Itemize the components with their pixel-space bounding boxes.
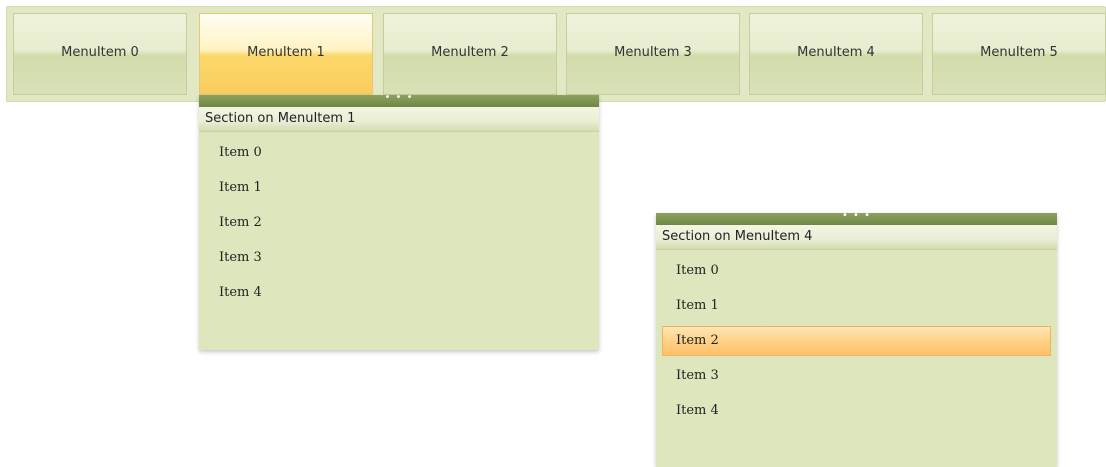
panel-item[interactable]: Item 4	[662, 396, 1051, 426]
panel-item[interactable]: Item 4	[205, 278, 593, 308]
menu-item-3[interactable]: MenuItem 3	[566, 13, 740, 95]
panel-item[interactable]: Item 3	[662, 361, 1051, 391]
drag-grip[interactable]: • • •	[199, 92, 599, 107]
menu-item-5[interactable]: MenuItem 5	[932, 13, 1106, 95]
menu-bar: MenuItem 0 MenuItem 1 MenuItem 2 MenuIte…	[6, 6, 1106, 102]
panel-item-highlighted[interactable]: Item 2	[662, 326, 1051, 356]
menu-item-2[interactable]: MenuItem 2	[383, 13, 557, 95]
panel-item[interactable]: Item 3	[205, 243, 593, 273]
panel-item[interactable]: Item 1	[205, 173, 593, 203]
panel-item-list: Item 0 Item 1 Item 2 Item 3 Item 4	[656, 250, 1057, 426]
section-header: Section on MenuItem 4	[656, 225, 1057, 250]
section-header: Section on MenuItem 1	[199, 107, 599, 132]
dropdown-panel-menuitem-4: • • • Section on MenuItem 4 Item 0 Item …	[656, 210, 1057, 467]
panel-item-list: Item 0 Item 1 Item 2 Item 3 Item 4	[199, 132, 599, 308]
menu-item-1[interactable]: MenuItem 1	[199, 13, 373, 95]
drag-grip[interactable]: • • •	[656, 210, 1057, 225]
panel-item[interactable]: Item 0	[205, 138, 593, 168]
menu-item-0[interactable]: MenuItem 0	[13, 13, 187, 95]
panel-item[interactable]: Item 0	[662, 256, 1051, 286]
menu-item-4[interactable]: MenuItem 4	[749, 13, 923, 95]
panel-item[interactable]: Item 2	[205, 208, 593, 238]
panel-item[interactable]: Item 1	[662, 291, 1051, 321]
grip-dots-icon: • • •	[384, 92, 414, 103]
dropdown-panel-menuitem-1: • • • Section on MenuItem 1 Item 0 Item …	[199, 92, 599, 350]
grip-dots-icon: • • •	[841, 210, 872, 221]
